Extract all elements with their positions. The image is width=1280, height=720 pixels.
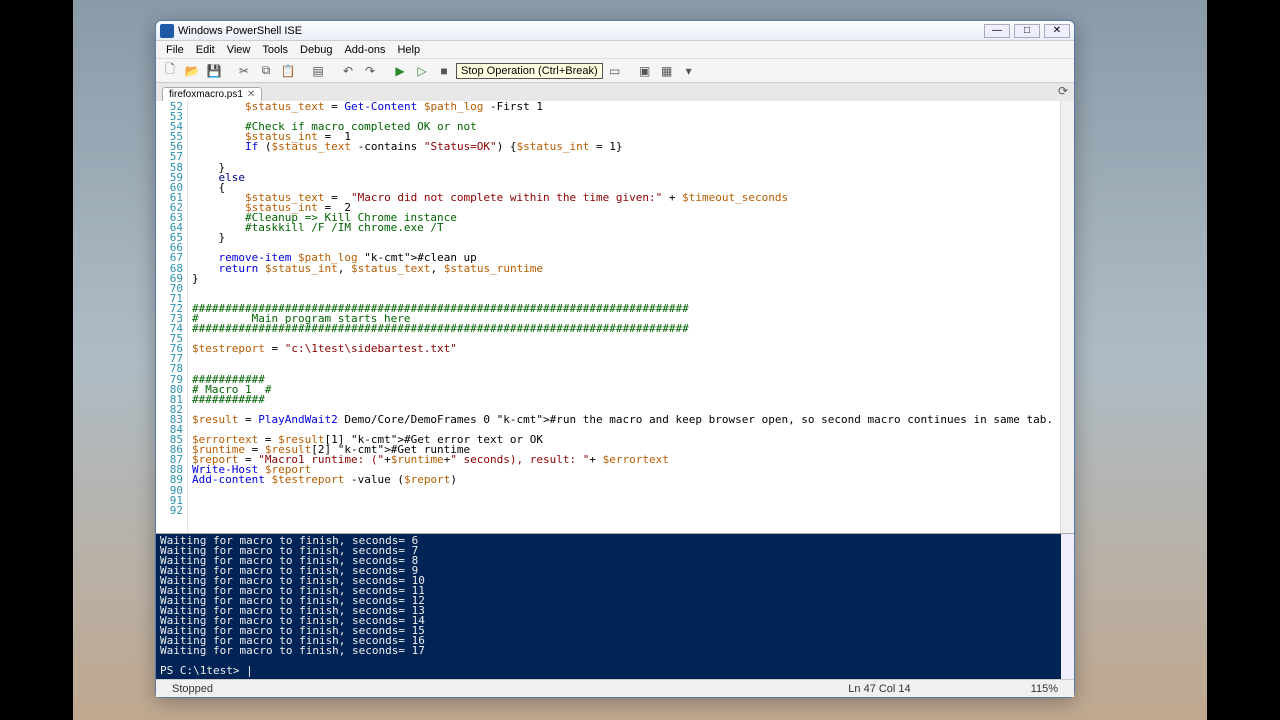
menu-view[interactable]: View — [221, 44, 257, 56]
console-pane[interactable]: Waiting for macro to finish, seconds= 6 … — [156, 534, 1074, 679]
editor-scrollbar[interactable] — [1060, 101, 1074, 533]
run-icon[interactable]: ▶ — [390, 61, 410, 81]
new-remote-icon[interactable]: ▭ — [605, 61, 625, 81]
clear-icon[interactable]: ▤ — [308, 61, 328, 81]
run-selection-icon[interactable]: ▷ — [412, 61, 432, 81]
menu-tools[interactable]: Tools — [256, 44, 294, 56]
menu-debug[interactable]: Debug — [294, 44, 338, 56]
show-command-icon[interactable]: ▾ — [679, 61, 699, 81]
status-state: Stopped — [162, 683, 223, 695]
maximize-button[interactable]: □ — [1014, 24, 1040, 38]
script-editor[interactable]: 52 53 54 55 56 57 58 59 60 61 62 63 64 6… — [156, 101, 1074, 534]
minimize-button[interactable]: — — [984, 24, 1010, 38]
menubar: File Edit View Tools Debug Add-ons Help — [156, 41, 1074, 59]
code-area[interactable]: $status_text = Get-Content $path_log -Fi… — [188, 101, 1060, 533]
line-gutter: 52 53 54 55 56 57 58 59 60 61 62 63 64 6… — [156, 101, 188, 533]
redo-icon[interactable]: ↷ — [360, 61, 380, 81]
save-icon[interactable]: 💾 — [204, 61, 224, 81]
ise-window: Windows PowerShell ISE — □ ✕ File Edit V… — [155, 20, 1075, 698]
tab-label: firefoxmacro.ps1 — [169, 89, 243, 100]
toolbar: 🗋 📂 💾 ✂ ⧉ 📋 ▤ ↶ ↷ ▶ ▷ ■ Stop Operation (… — [156, 59, 1074, 83]
open-icon[interactable]: 📂 — [182, 61, 202, 81]
window-title: Windows PowerShell ISE — [178, 25, 980, 37]
stop-tooltip: Stop Operation (Ctrl+Break) — [456, 63, 603, 79]
menu-file[interactable]: File — [160, 44, 190, 56]
status-position: Ln 47 Col 14 — [838, 683, 920, 695]
console-scrollbar[interactable] — [1061, 534, 1074, 679]
titlebar: Windows PowerShell ISE — □ ✕ — [156, 21, 1074, 41]
script-tab[interactable]: firefoxmacro.ps1 ✕ — [162, 87, 262, 101]
refresh-icon[interactable]: ⟳ — [1058, 84, 1068, 98]
tabbar: firefoxmacro.ps1 ✕ ⟳ — [156, 83, 1074, 101]
copy-icon[interactable]: ⧉ — [256, 61, 276, 81]
undo-icon[interactable]: ↶ — [338, 61, 358, 81]
menu-help[interactable]: Help — [391, 44, 426, 56]
paste-icon[interactable]: 📋 — [278, 61, 298, 81]
stop-icon[interactable]: ■ — [434, 61, 454, 81]
new-icon[interactable]: 🗋 — [160, 61, 180, 81]
menu-edit[interactable]: Edit — [190, 44, 221, 56]
app-icon — [160, 24, 174, 38]
cut-icon[interactable]: ✂ — [234, 61, 254, 81]
statusbar: Stopped Ln 47 Col 14 115% — [156, 679, 1074, 697]
menu-addons[interactable]: Add-ons — [338, 44, 391, 56]
pane-icon[interactable]: ▣ — [635, 61, 655, 81]
tab-close-icon[interactable]: ✕ — [247, 89, 255, 100]
show-script-icon[interactable]: ▦ — [657, 61, 677, 81]
close-button[interactable]: ✕ — [1044, 24, 1070, 38]
status-zoom: 115% — [1021, 683, 1068, 695]
